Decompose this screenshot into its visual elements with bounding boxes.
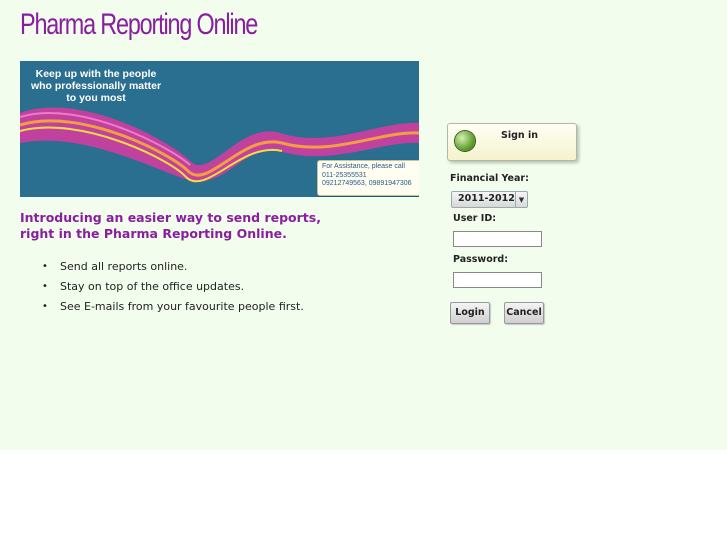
password-input[interactable] (453, 272, 542, 288)
site-logo: Pharma Reporting Online (20, 8, 258, 41)
feature-list: Send all reports online. Stay on top of … (42, 257, 304, 317)
chevron-down-icon[interactable]: ▼ (515, 192, 527, 207)
list-item: Stay on top of the office updates. (42, 277, 304, 297)
password-label: Password: (453, 254, 509, 265)
list-item: Send all reports online. (42, 257, 304, 277)
userid-label: User ID: (453, 213, 497, 224)
banner-tagline: Keep up with the people who professional… (30, 68, 162, 104)
signin-label: Sign in (501, 130, 538, 141)
userid-input[interactable] (453, 231, 542, 247)
intro-heading: Introducing an easier way to send report… (20, 210, 321, 241)
financial-year-select[interactable]: 2011-2012 ▼ (451, 191, 528, 208)
list-item: See E-mails from your favourite people f… (42, 297, 304, 317)
globe-icon (455, 131, 475, 151)
hero-banner: Keep up with the people who professional… (20, 61, 419, 197)
assistance-mobiles: 09212749563, 09891947306 (322, 180, 412, 187)
financial-year-value: 2011-2012 (458, 193, 515, 204)
assistance-box: For Assistance, please call 011-25355531… (317, 160, 419, 196)
cancel-button[interactable]: Cancel (504, 302, 544, 324)
financial-year-label: Financial Year: (450, 173, 529, 184)
assistance-phone: 011-25355531 (322, 171, 367, 179)
assistance-line: For Assistance, please call (322, 163, 405, 170)
login-button[interactable]: Login (450, 302, 490, 324)
signin-panel-header: Sign in (447, 123, 577, 161)
